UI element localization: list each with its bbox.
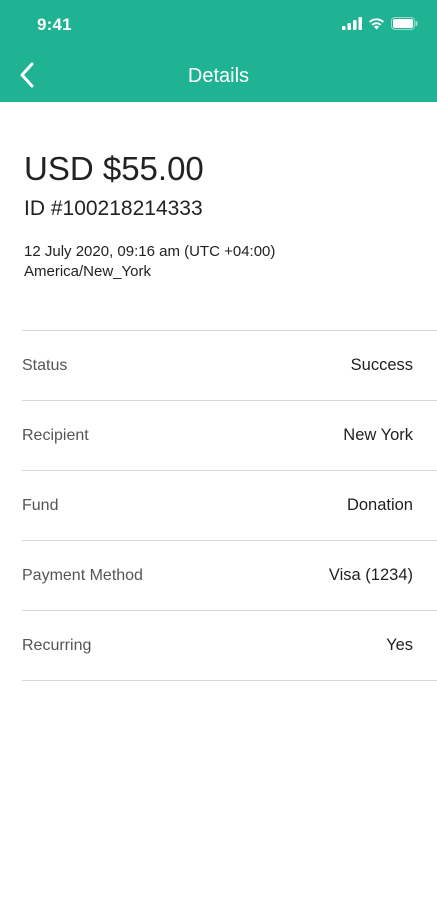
transaction-timezone: America/New_York [24,263,151,280]
amount: USD $55.00 [24,150,204,187]
transaction-summary: USD $55.00 ID #100218214333 12 July 2020… [24,150,275,282]
detail-label: Recurring [22,636,92,654]
page-title: Details [187,65,250,87]
detail-label: Payment Method [22,566,143,584]
details-list: Status Success Recipient New York Fund D… [22,330,437,681]
app-header: 9:41 Details [0,0,437,102]
status-bar: 9:41 [0,0,437,50]
detail-label: Recipient [22,426,89,444]
nav-bar: Details [0,52,437,102]
detail-label: Status [22,356,68,374]
status-icons [342,17,418,35]
detail-row-recipient: Recipient New York [22,401,437,470]
detail-row-payment-method: Payment Method Visa (1234) [22,541,437,610]
detail-value: Donation [346,496,413,514]
detail-value: New York [343,426,413,444]
detail-row-status: Status Success [22,331,437,400]
transaction-datetime: 12 July 2020, 09:16 am (UTC +04:00) [24,243,276,260]
transaction-id: ID #100218214333 [24,197,203,220]
wifi-icon [368,17,385,35]
divider [22,680,437,681]
detail-value: Yes [386,636,413,654]
detail-value: Success [350,356,413,374]
detail-label: Fund [22,496,59,514]
detail-row-recurring: Recurring Yes [22,611,437,680]
signal-icon [342,17,362,35]
detail-value: Visa (1234) [328,566,413,584]
battery-icon [391,17,418,35]
detail-row-fund: Fund Donation [22,471,437,540]
status-time: 9:41 [37,15,72,34]
